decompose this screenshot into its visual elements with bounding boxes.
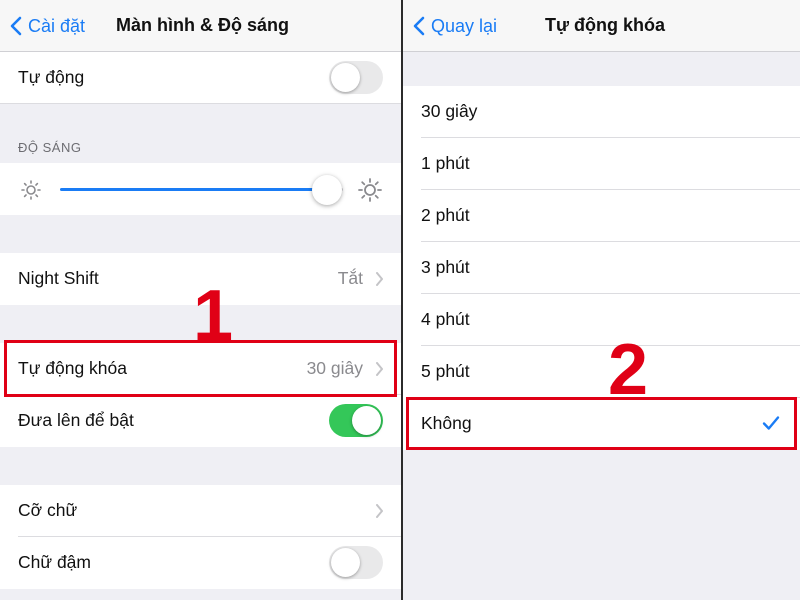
row-divider <box>0 103 401 104</box>
checkmark-icon <box>762 416 780 430</box>
brightness-section-header: ĐỘ SÁNG <box>18 140 82 155</box>
option-row-30s[interactable]: 30 giây <box>403 86 800 138</box>
auto-lock-screen: Quay lại Tự động khóa 30 giây 1 phút 2 p… <box>403 0 800 600</box>
chevron-right-icon <box>376 362 383 376</box>
step-number-2: 2 <box>608 330 649 410</box>
chevron-left-icon <box>413 16 425 36</box>
chevron-right-icon <box>376 504 383 518</box>
sun-large-icon <box>358 178 382 202</box>
option-row-3m[interactable]: 3 phút <box>403 242 800 294</box>
navigation-bar: Cài đặt Màn hình & Độ sáng <box>0 0 401 52</box>
option-label: 2 phút <box>421 205 470 225</box>
brightness-slider-thumb[interactable] <box>312 175 343 205</box>
raise-to-wake-toggle[interactable] <box>329 404 383 437</box>
option-row-4m[interactable]: 4 phút <box>403 294 800 346</box>
page-title: Màn hình & Độ sáng <box>116 15 289 35</box>
navigation-bar: Quay lại Tự động khóa <box>403 0 800 52</box>
bold-text-toggle[interactable] <box>329 546 383 579</box>
option-row-1m[interactable]: 1 phút <box>403 138 800 190</box>
brightness-slider-row <box>0 163 401 215</box>
bold-text-label: Chữ đậm <box>18 552 91 572</box>
night-shift-label: Night Shift <box>18 268 99 288</box>
option-label: 4 phút <box>421 309 470 329</box>
auto-brightness-row: Tự động <box>0 52 401 104</box>
option-label: Không <box>421 413 472 433</box>
option-label: 30 giây <box>421 101 478 121</box>
page-title: Tự động khóa <box>545 15 666 35</box>
raise-to-wake-row: Đưa lên để bật <box>0 395 401 447</box>
brightness-slider-fill <box>60 188 328 191</box>
step-number-1: 1 <box>193 276 234 356</box>
back-button-label: Quay lại <box>431 15 498 36</box>
sun-small-icon <box>21 180 41 200</box>
text-size-row[interactable]: Cỡ chữ <box>0 485 401 537</box>
toggle-knob <box>352 406 381 435</box>
option-label: 3 phút <box>421 257 470 277</box>
auto-brightness-toggle[interactable] <box>329 61 383 94</box>
back-button[interactable]: Cài đặt <box>10 13 85 39</box>
option-label: 1 phút <box>421 153 470 173</box>
chevron-right-icon <box>376 272 383 286</box>
back-button-label: Cài đặt <box>28 15 86 36</box>
back-button[interactable]: Quay lại <box>413 13 497 39</box>
auto-lock-value: 30 giây <box>306 358 363 378</box>
night-shift-value: Tắt <box>337 268 363 288</box>
bold-text-row: Chữ đậm <box>0 537 401 589</box>
option-label: 5 phút <box>421 361 470 381</box>
option-row-2m[interactable]: 2 phút <box>403 190 800 242</box>
auto-lock-label: Tự động khóa <box>18 358 128 378</box>
toggle-knob <box>331 63 360 92</box>
display-brightness-screen: Cài đặt Màn hình & Độ sáng Tự động ĐỘ SÁ… <box>0 0 401 600</box>
option-row-5m[interactable]: 5 phút <box>403 346 800 398</box>
auto-brightness-label: Tự động <box>18 67 85 87</box>
toggle-knob <box>331 548 360 577</box>
chevron-left-icon <box>10 16 22 36</box>
raise-to-wake-label: Đưa lên để bật <box>18 410 134 430</box>
option-row-never[interactable]: Không <box>403 398 800 450</box>
text-size-label: Cỡ chữ <box>18 500 78 520</box>
